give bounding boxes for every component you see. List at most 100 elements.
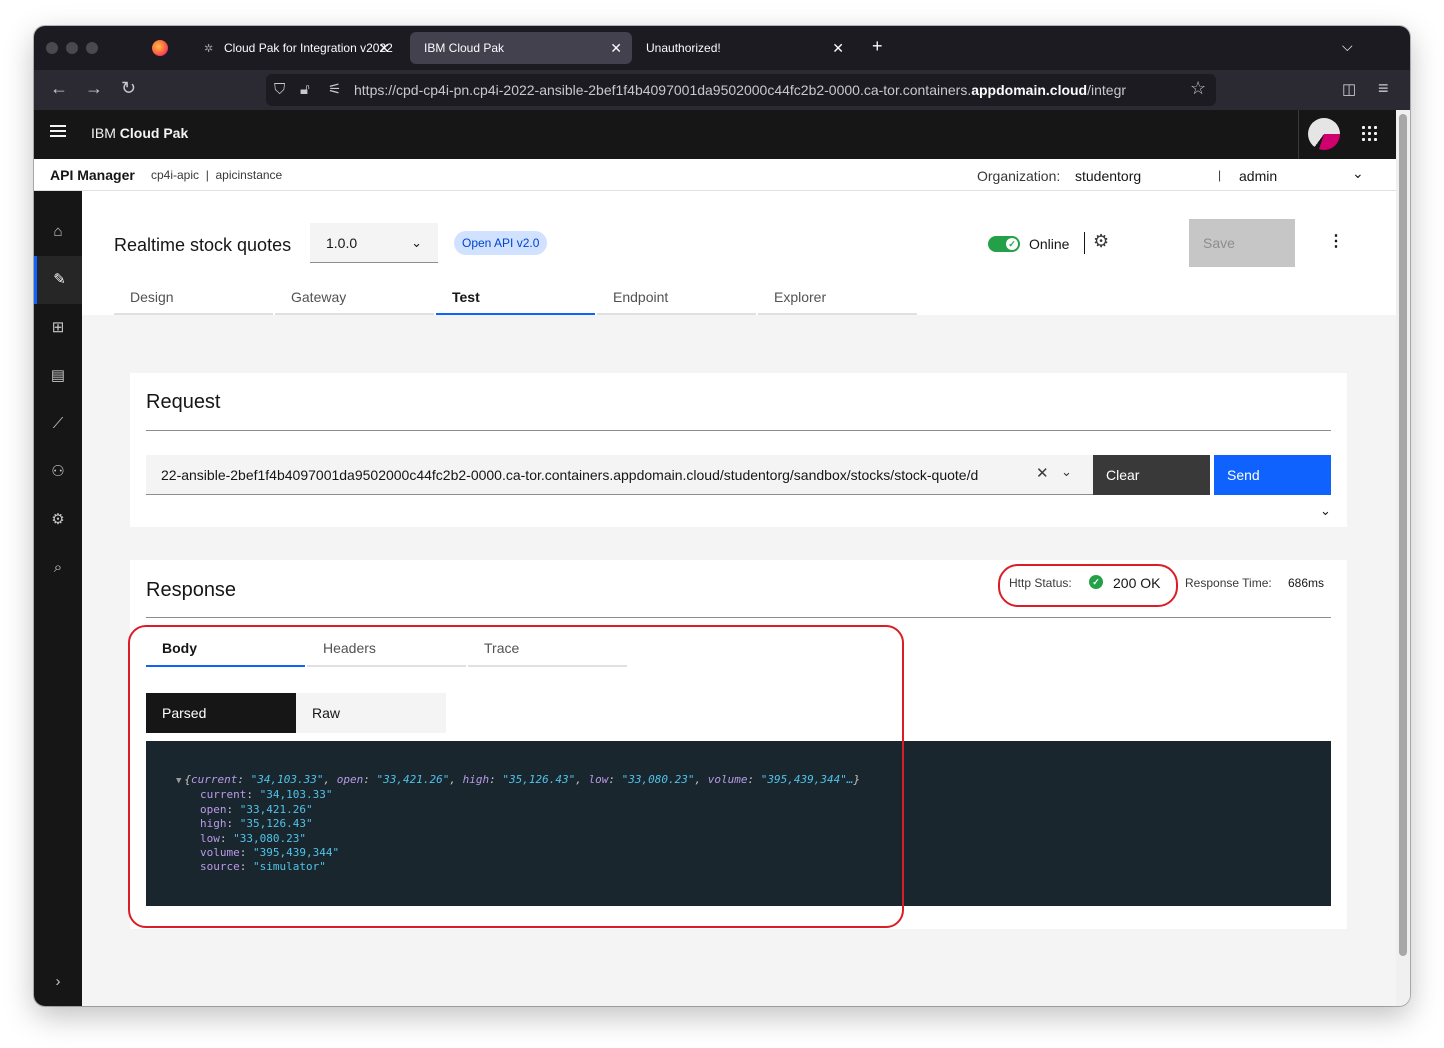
tab-body[interactable]: Body [146, 632, 305, 667]
catalog-icon[interactable]: ▤ [34, 352, 82, 400]
tab-headers[interactable]: Headers [307, 632, 466, 667]
version-select[interactable]: 1.0.0 ⌄ [310, 223, 438, 263]
hamburger-menu-icon[interactable] [50, 125, 66, 141]
home-icon[interactable]: ⌂ [34, 208, 82, 256]
gear-icon[interactable]: ⚙ [1093, 231, 1109, 252]
members-icon[interactable]: ⚇ [34, 448, 82, 496]
raw-view-button[interactable]: Raw [296, 693, 446, 733]
tab-gateway[interactable]: Gateway [275, 281, 434, 315]
close-tab-icon[interactable]: ✕ [832, 32, 844, 64]
minimize-window-button[interactable] [66, 42, 78, 54]
ibm-cloud-pak-header: IBM Cloud Pak [34, 110, 1396, 159]
request-url-input[interactable]: 22-ansible-2bef1f4b4097001da9502000c44fc… [146, 455, 1093, 495]
browser-tab-label: IBM Cloud Pak [424, 41, 505, 55]
address-bar[interactable]: ⛉ 🔓︎ ⚟ https://cpd-cp4i-pn.cp4i-2022-ans… [266, 74, 1216, 106]
browser-tab-label: Unauthorized! [646, 41, 721, 55]
tab-design[interactable]: Design [114, 281, 273, 315]
close-tab-icon[interactable]: ✕ [378, 32, 390, 64]
app-title: API Manager [50, 167, 135, 183]
request-title: Request [146, 391, 221, 413]
permissions-icon[interactable]: ⚟ [328, 74, 341, 106]
avatar [1308, 118, 1340, 150]
analytics-icon[interactable]: ⟋ [34, 400, 82, 448]
settings-icon[interactable]: ⚙ [34, 496, 82, 544]
http-status-label: Http Status: [1009, 576, 1072, 590]
list-tabs-chevron-icon[interactable]: ⌵ [1342, 38, 1353, 55]
url-text-suffix: /integr [1087, 82, 1127, 98]
breadcrumb-separator: | [205, 168, 209, 182]
app-menu-icon[interactable]: ≡ [1378, 78, 1389, 99]
reload-icon[interactable]: ↻ [121, 78, 136, 99]
zoom-window-button[interactable] [86, 42, 98, 54]
overflow-menu-icon[interactable]: ⋮ [1328, 231, 1344, 251]
divider [146, 617, 1331, 618]
tab-test[interactable]: Test [436, 281, 595, 315]
bookmark-star-icon[interactable]: ☆ [1190, 78, 1206, 99]
apps-icon[interactable]: ⊞ [34, 304, 82, 352]
version-value: 1.0.0 [326, 235, 358, 251]
api-header: Realtime stock quotes 1.0.0 ⌄ Open API v… [82, 191, 1396, 315]
online-toggle[interactable]: ✓ [988, 236, 1020, 252]
close-tab-icon[interactable]: ✕ [610, 32, 622, 64]
brand-name[interactable]: IBM Cloud Pak [91, 125, 188, 141]
send-button[interactable]: Send [1214, 455, 1331, 495]
expand-icon[interactable]: › [34, 958, 82, 1006]
json-summary-row[interactable]: ▼ {current: "34,103.33", open: "33,421.26… [176, 773, 1331, 788]
close-window-button[interactable] [46, 42, 58, 54]
http-status-value: 200 OK [1113, 575, 1161, 591]
browser-tabbar: ✲ Cloud Pak for Integration v2022 ✕ IBM C… [34, 26, 1410, 70]
namespace-label: cp4i-apic [151, 168, 200, 182]
online-status-label: Online [1029, 236, 1070, 252]
parsed-view-button[interactable]: Parsed [146, 693, 296, 733]
forward-arrow-icon[interactable]: → [85, 78, 103, 99]
url-text-prefix: https://cpd-cp4i-pn.cp4i-2022-ansible-2b… [354, 82, 972, 98]
divider [146, 430, 1331, 431]
response-card: Response Http Status: ✓ 200 OK Response … [130, 560, 1347, 929]
chevron-down-icon[interactable]: ⌄ [1061, 464, 1072, 480]
chevron-down-icon[interactable]: ⌄ [1320, 503, 1331, 519]
search-icon[interactable]: ⌕ [34, 544, 82, 592]
user-avatar-button[interactable] [1298, 110, 1348, 159]
app-switcher-icon[interactable] [1362, 126, 1378, 142]
browser-tab-ibm-cloud-pak[interactable]: IBM Cloud Pak ✕ [410, 32, 632, 64]
browser-tab-label: Cloud Pak for Integration v2022 [224, 41, 393, 55]
divider [1084, 232, 1085, 254]
shield-icon[interactable]: ⛉ [274, 74, 285, 106]
tab-trace[interactable]: Trace [468, 632, 627, 667]
organization-value[interactable]: studentorg [1075, 168, 1141, 184]
header-separator: | [1218, 168, 1222, 182]
response-body-viewer[interactable]: ▼ {current: "34,103.33", open: "33,421.26… [146, 741, 1331, 906]
browser-tab-cloud-pak-integration[interactable]: ✲ Cloud Pak for Integration v2022 ✕ [190, 32, 400, 64]
edit-icon[interactable]: ✎ [34, 256, 82, 304]
clear-button[interactable]: Clear [1093, 455, 1210, 495]
response-time-value: 686ms [1288, 576, 1325, 590]
side-navigation: ⌂ ✎ ⊞ ▤ ⟋ ⚇ ⚙ ⌕ › [34, 191, 82, 1006]
main-content: Realtime stock quotes 1.0.0 ⌄ Open API v… [82, 191, 1396, 1006]
chevron-down-icon[interactable]: ⌄ [1352, 165, 1364, 182]
instance-breadcrumb: cp4i-apic | apicinstance [151, 168, 282, 182]
user-menu[interactable]: admin [1239, 168, 1277, 184]
close-icon[interactable]: ✕ [1036, 464, 1049, 482]
response-title: Response [146, 579, 237, 601]
collapse-triangle-icon[interactable]: ▼ [176, 776, 181, 786]
page-scrollbar[interactable] [1396, 110, 1410, 1006]
api-manager-subheader: API Manager cp4i-apic | apicinstance Org… [34, 159, 1396, 191]
json-field-row: source: "simulator" [200, 860, 326, 874]
json-field-row: high: "35,126.43" [200, 817, 313, 831]
save-button[interactable]: Save [1189, 219, 1295, 267]
request-card: Request 22-ansible-2bef1f4b4097001da9502… [130, 373, 1347, 527]
lock-icon[interactable]: 🔓︎ [300, 74, 310, 106]
scrollbar-thumb[interactable] [1399, 114, 1407, 956]
tab-explorer[interactable]: Explorer [758, 281, 917, 315]
tab-endpoint[interactable]: Endpoint [597, 281, 756, 315]
new-tab-icon[interactable]: + [872, 36, 883, 57]
back-arrow-icon[interactable]: ← [50, 78, 68, 99]
organization-label: Organization: [977, 168, 1061, 184]
response-time-label: Response Time: [1185, 576, 1272, 590]
json-field-row: open: "33,421.26" [200, 802, 313, 816]
json-field-row: volume: "395,439,344" [200, 846, 340, 860]
pocket-icon[interactable]: ◫ [1342, 80, 1356, 98]
browser-tab-unauthorized[interactable]: Unauthorized! ✕ [632, 32, 854, 64]
browser-window: ✲ Cloud Pak for Integration v2022 ✕ IBM C… [34, 26, 1410, 1006]
chevron-down-icon: ⌄ [411, 235, 422, 250]
